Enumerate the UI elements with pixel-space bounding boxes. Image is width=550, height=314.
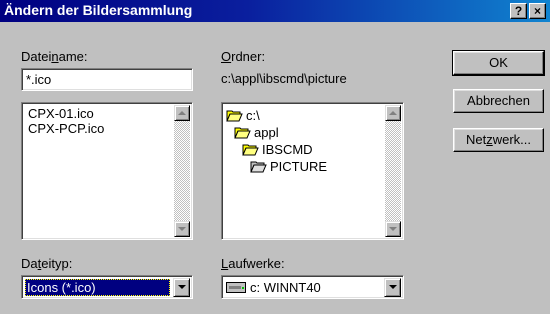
arrow-down-icon [178,227,186,231]
folder-tree-scrollbar[interactable] [385,105,401,237]
folder-item-appl[interactable]: appl [234,125,279,141]
ok-button[interactable]: OK [452,50,545,76]
scroll-down-button[interactable] [174,221,190,237]
close-button[interactable]: × [529,3,546,19]
open-folder-icon [226,110,243,122]
filetype-combobox[interactable]: Icons (*.ico) [21,275,193,299]
drives-selected-value: c: WINNT40 [226,279,321,296]
title-bar[interactable]: Ändern der Bildersammlung ? × [0,0,550,22]
open-folder-icon [234,127,251,139]
filename-label: Dateiname: [21,49,88,64]
scroll-up-button[interactable] [174,105,190,121]
arrow-up-icon [389,111,397,115]
current-folder-path: c:\appl\ibscmd\picture [221,71,347,86]
arrow-up-icon [178,111,186,115]
arrow-down-icon [389,227,397,231]
drives-label: Laufwerke: [221,256,285,271]
change-picture-collection-dialog: Ändern der Bildersammlung ? × Dateiname:… [0,0,550,314]
folder-item-ibscmd[interactable]: IBSCMD [242,142,313,158]
scroll-down-button[interactable] [385,221,401,237]
window-title: Ändern der Bildersammlung [4,2,193,18]
filetype-label: Dateityp: [21,256,73,271]
help-button[interactable]: ? [510,3,527,19]
file-list-item[interactable]: CPX-PCP.ico [25,121,104,136]
chevron-down-icon [389,285,397,289]
filetype-dropdown-button[interactable] [173,278,190,297]
open-folder-icon [242,144,259,156]
filename-input[interactable]: *.ico [21,68,193,91]
network-button[interactable]: Netzwerk... [453,128,544,152]
folder-tree[interactable]: c:\ appl IBSCMD PICTURE [221,102,404,240]
hard-drive-icon [226,282,246,293]
folder-label: Ordner: [221,49,266,64]
drives-combobox[interactable]: c: WINNT40 [221,275,404,299]
scroll-up-button[interactable] [385,105,401,121]
open-folder-icon [250,161,267,173]
drives-dropdown-button[interactable] [384,278,401,297]
file-list-scrollbar[interactable] [174,105,190,237]
folder-item-picture[interactable]: PICTURE [250,159,327,175]
filename-input-value: *.ico [26,72,52,87]
filetype-selected-value: Icons (*.ico) [25,279,170,296]
cancel-button[interactable]: Abbrechen [453,89,544,113]
file-list-item[interactable]: CPX-01.ico [25,106,104,121]
folder-item-c[interactable]: c:\ [226,108,260,124]
file-list[interactable]: CPX-01.ico CPX-PCP.ico [21,102,193,240]
chevron-down-icon [178,285,186,289]
